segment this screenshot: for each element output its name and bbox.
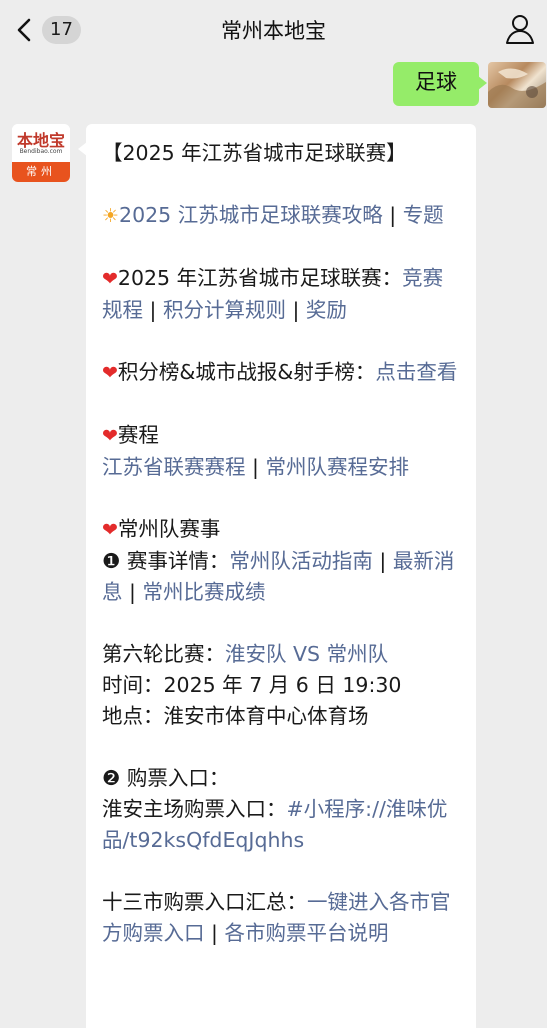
ticket-platform-link[interactable]: 各市购票平台说明 (224, 921, 388, 945)
avatar-image (488, 68, 546, 108)
chevron-left-icon (17, 18, 31, 42)
back-button[interactable]: 17 (14, 14, 84, 46)
points-rules-link[interactable]: 积分计算规则 (163, 298, 286, 322)
team-events-label: 常州队赛事 (117, 517, 221, 541)
ticket-heading: ❷ 购票入口： (102, 766, 230, 790)
changzhou-schedule-link[interactable]: 常州队赛程安排 (265, 455, 409, 479)
standings-line: ❤积分榜&城市战报&射手榜：点击查看 (102, 357, 462, 389)
sun-icon: ☀ (102, 205, 120, 227)
rules-line: ❤2025 年江苏省城市足球联赛：竞赛规程 | 积分计算规则 | 奖励 (102, 263, 462, 326)
logo-domain: Bendibao.com (19, 148, 63, 155)
view-standings-link[interactable]: 点击查看 (375, 360, 457, 384)
user-avatar[interactable] (488, 62, 546, 108)
heart-icon: ❤ (102, 268, 118, 290)
top-bar: 17 常州本地宝 (0, 0, 547, 60)
separator: | (285, 298, 306, 322)
team-events-heading: ❤常州队赛事 (102, 514, 462, 546)
person-icon[interactable] (503, 12, 537, 46)
activity-guide-link[interactable]: 常州队活动指南 (229, 549, 373, 573)
separator: | (382, 203, 403, 227)
separator: | (204, 921, 225, 945)
schedule-label: 赛程 (117, 423, 159, 447)
self-message-row: 足球 (0, 62, 547, 110)
separator: | (143, 298, 163, 322)
official-account-avatar[interactable]: 本地宝 Bendibao.com 常州 (12, 124, 70, 182)
reply-message-bubble: 【2025 年江苏省城市足球联赛】 ☀2025 江苏城市足球联赛攻略 | 专题 … (78, 124, 476, 1028)
message-heading: 【2025 年江苏省城市足球联赛】 (102, 141, 407, 165)
event-details-line: ❶ 赛事详情：常州队活动指南 | 最新消息 | 常州比赛成绩 (102, 546, 462, 608)
home-ticket-label: 淮安主场购票入口： (102, 797, 287, 821)
separator: | (245, 455, 266, 479)
all-tickets-label: 十三市购票入口汇总： (102, 890, 307, 914)
match-label: 第六轮比赛： (102, 642, 225, 666)
logo-city: 常州 (12, 162, 70, 182)
match-line: 第六轮比赛：淮安队 VS 常州队 (102, 639, 462, 670)
unread-count-badge: 17 (42, 16, 81, 44)
match-time: 时间：2025 年 7 月 6 日 19:30 (102, 673, 402, 697)
event-details-label: ❶ 赛事详情： (102, 549, 230, 573)
home-ticket-line: 淮安主场购票入口：#小程序://淮味优品/t92ksQfdEqJqhhs (102, 794, 462, 856)
topic-link[interactable]: 专题 (403, 203, 444, 227)
match-link[interactable]: 淮安队 VS 常州队 (225, 642, 388, 666)
all-tickets-line: 十三市购票入口汇总：一键进入各市官方购票入口 | 各市购票平台说明 (102, 887, 462, 949)
rules-label: 2025 年江苏省城市足球联赛： (117, 266, 403, 290)
match-results-link[interactable]: 常州比赛成绩 (142, 580, 265, 604)
rewards-link[interactable]: 奖励 (306, 298, 347, 322)
separator: | (372, 549, 393, 573)
guide-line: ☀2025 江苏城市足球联赛攻略 | 专题 (102, 200, 462, 232)
schedule-heading: ❤赛程 (102, 420, 462, 452)
heart-icon: ❤ (102, 425, 118, 447)
heart-icon: ❤ (102, 362, 118, 384)
provincial-schedule-link[interactable]: 江苏省联赛赛程 (102, 455, 246, 479)
standings-label: 积分榜&城市战报&射手榜： (117, 360, 376, 384)
schedule-links: 江苏省联赛赛程 | 常州队赛程安排 (102, 452, 462, 483)
match-place: 地点：淮安市体育中心体育场 (102, 704, 369, 728)
heart-icon: ❤ (102, 519, 118, 541)
guide-link[interactable]: 2025 江苏城市足球联赛攻略 (119, 203, 383, 227)
self-message-bubble[interactable]: 足球 (393, 62, 487, 106)
separator: | (122, 580, 143, 604)
